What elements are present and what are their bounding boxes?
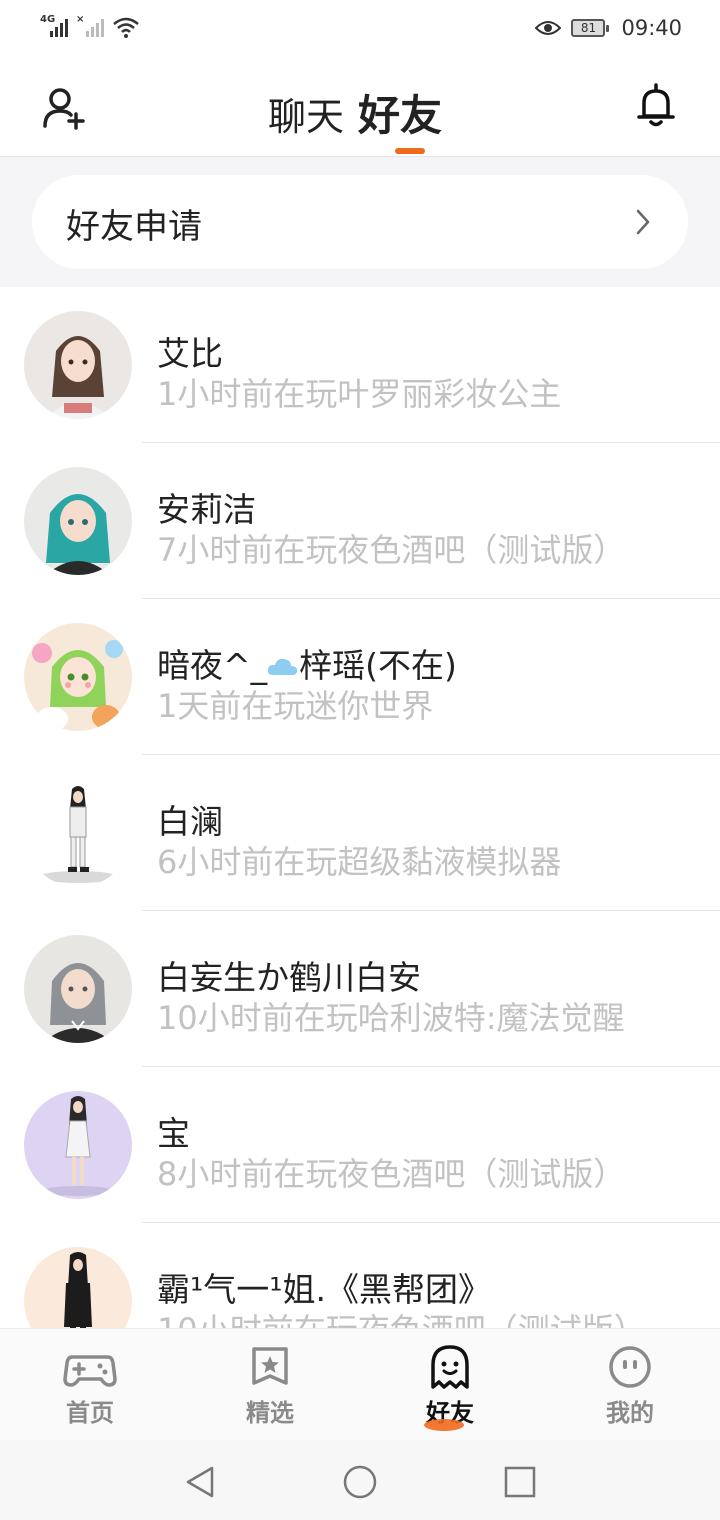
friend-name: 白澜 (157, 802, 223, 841)
friend-row[interactable]: 白妄生か鹤川白安 10小时前在玩哈利波特:魔法觉醒 (0, 911, 720, 1067)
back-icon[interactable] (180, 1462, 220, 1502)
wifi-icon (113, 17, 139, 38)
nav-featured[interactable]: 精选 (210, 1343, 330, 1437)
status-bar: 4G × 81 09:40 (0, 0, 720, 56)
avatar[interactable] (24, 779, 132, 887)
add-friend-icon[interactable] (40, 84, 88, 132)
top-header: 聊天 好友 (0, 56, 720, 157)
friend-row[interactable]: 安莉洁 7小时前在玩夜色酒吧（测试版） (0, 443, 720, 599)
friend-row[interactable]: 白澜 6小时前在玩超级黏液模拟器 (0, 755, 720, 911)
friend-name: 宝 (157, 1114, 190, 1153)
gamepad-icon (63, 1355, 117, 1387)
friend-name: 霸¹气一¹姐.《黑帮团》 (157, 1270, 491, 1309)
battery-level: 81 (580, 21, 597, 35)
friend-request-button[interactable]: 好友申请 (32, 175, 688, 269)
nav-label: 首页 (66, 1399, 114, 1427)
avatar[interactable] (24, 1091, 132, 1199)
bottom-nav: 首页 精选 好友 我的 (0, 1328, 720, 1441)
friend-list: 艾比 1小时前在玩叶罗丽彩妆公主 安莉洁 7小时前在玩夜色酒吧（测试版） 暗夜^… (0, 287, 720, 1379)
recents-icon[interactable] (500, 1462, 540, 1502)
active-nav-indicator (424, 1419, 464, 1431)
active-tab-indicator (395, 148, 425, 154)
battery-icon: 81 (571, 19, 610, 37)
nav-me[interactable]: 我的 (570, 1343, 690, 1437)
tab-friends[interactable]: 好友 (358, 82, 442, 143)
cloud-emoji-icon (268, 658, 298, 675)
avatar[interactable] (24, 467, 132, 575)
nav-friends[interactable]: 好友 (390, 1343, 510, 1437)
friend-row[interactable]: 宝 8小时前在玩夜色酒吧（测试版） (0, 1067, 720, 1223)
tab-chat[interactable]: 聊天 (268, 86, 344, 141)
clock: 09:40 (621, 16, 682, 40)
avatar[interactable] (24, 935, 132, 1043)
friend-status: 10小时前在玩哈利波特:魔法觉醒 (157, 999, 625, 1037)
friend-status: 1小时前在玩叶罗丽彩妆公主 (157, 375, 562, 413)
notification-bell-icon[interactable] (632, 82, 680, 130)
home-icon[interactable] (340, 1462, 380, 1502)
friend-name: 白妄生か鹤川白安 (157, 958, 421, 997)
face-icon (609, 1346, 651, 1388)
friend-status: 7小时前在玩夜色酒吧（测试版） (157, 531, 626, 569)
friend-request-label: 好友申请 (66, 207, 202, 247)
star-badge-icon (252, 1347, 288, 1385)
status-bar-left: 4G × (40, 12, 140, 42)
friend-row[interactable]: 艾比 1小时前在玩叶罗丽彩妆公主 (0, 287, 720, 443)
avatar[interactable] (24, 311, 132, 419)
ghost-icon (431, 1345, 469, 1389)
friend-row[interactable]: 暗夜^_ 梓瑶(不在) 1天前在玩迷你世界 (0, 599, 720, 755)
chevron-right-icon (636, 209, 650, 235)
system-nav-bar (0, 1440, 720, 1520)
friend-status: 8小时前在玩夜色酒吧（测试版） (157, 1155, 626, 1193)
status-bar-right: 81 09:40 (535, 12, 682, 44)
nav-label: 我的 (606, 1399, 654, 1427)
header-tabs: 聊天 好友 (268, 82, 442, 143)
eye-comfort-icon (535, 21, 562, 35)
friend-name: 艾比 (157, 334, 223, 373)
cellular-signal-2-icon: × (76, 15, 106, 39)
friend-request-section: 好友申请 (0, 157, 720, 287)
friend-status: 1天前在玩迷你世界 (157, 687, 434, 725)
avatar[interactable] (24, 623, 132, 731)
nav-label: 精选 (246, 1399, 294, 1427)
friend-status: 6小时前在玩超级黏液模拟器 (157, 843, 562, 881)
friend-name: 暗夜^_ 梓瑶(不在) (157, 639, 457, 687)
friend-name-part: 暗夜^_ (157, 646, 268, 685)
cellular-signal-icon: 4G (40, 15, 70, 39)
friend-name-part: 梓瑶(不在) (299, 646, 457, 685)
nav-home[interactable]: 首页 (30, 1343, 150, 1437)
friend-name: 安莉洁 (157, 490, 256, 529)
